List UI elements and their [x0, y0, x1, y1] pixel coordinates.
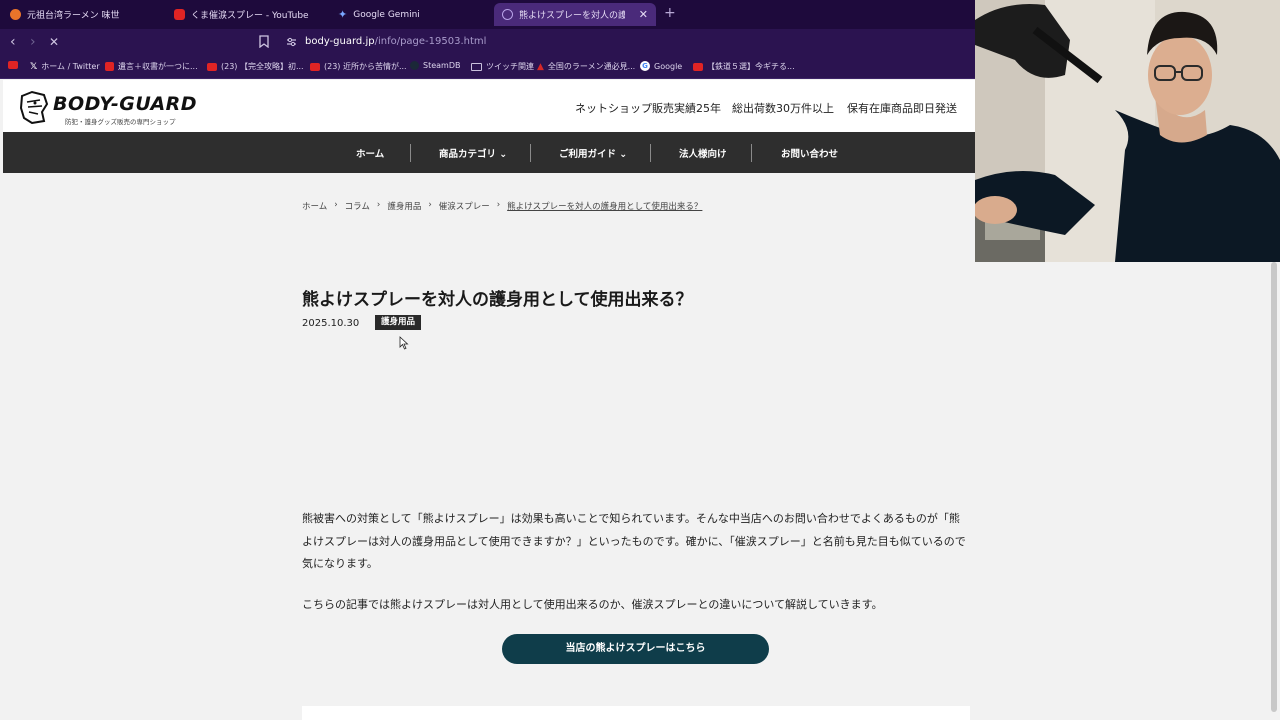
bookmark-star-icon[interactable]: [259, 35, 269, 48]
bookmark-steamdb[interactable]: SteamDB: [410, 61, 460, 70]
scrollbar-thumb[interactable]: [1271, 262, 1277, 712]
streamer-webcam-image: [975, 0, 1280, 262]
close-tab-icon[interactable]: ✕: [639, 8, 648, 21]
site-settings-icon[interactable]: [286, 37, 297, 47]
browser-toolbar: ‹ › ✕ body-guard.jp/info/page-19503.html: [0, 29, 975, 56]
url-path: /info/page-19503.html: [374, 36, 487, 47]
ramen-favicon-icon: [10, 9, 21, 20]
nav-divider: [530, 144, 531, 162]
tab-label: 元祖台湾ラーメン 味世: [27, 11, 120, 21]
bookmark-google[interactable]: G Google: [640, 61, 682, 71]
category-badge[interactable]: 護身用品: [375, 315, 422, 330]
article-paragraph: 熊被害への対策として「熊よけスプレー」は効果も高いことで知られています。そんな中…: [302, 512, 966, 570]
bookmark-item[interactable]: 【鉄道５選】今ギチる...: [693, 61, 795, 72]
back-icon[interactable]: ‹: [10, 35, 16, 49]
ramen-site-icon: ▲: [537, 61, 544, 72]
claim-same-day-shipping: 保有在庫商品即日発送: [847, 102, 957, 115]
article-paragraph: こちらの記事では熊よけスプレーは対人用として使用出来るのか、催涙スプレーとの違い…: [302, 598, 883, 611]
breadcrumb-column[interactable]: コラム: [345, 200, 370, 212]
breadcrumb-home[interactable]: ホーム: [302, 200, 327, 212]
steamdb-icon: [410, 61, 419, 70]
site-icon: [105, 62, 114, 71]
folder-icon: [471, 62, 482, 71]
tab-gemini[interactable]: ✦ Google Gemini: [330, 3, 495, 26]
site-navigation: ホーム 商品カテゴリ ⌄ ご利用ガイド ⌄ 法人様向け お問い合わせ: [3, 132, 975, 173]
youtube-favicon-icon: [174, 9, 185, 20]
nav-usage-guide[interactable]: ご利用ガイド ⌄: [559, 146, 627, 160]
breadcrumb-self-defense[interactable]: 護身用品: [387, 200, 421, 212]
tab-ramen[interactable]: 元祖台湾ラーメン 味世: [2, 3, 167, 26]
bookmark-twitter[interactable]: 𝕏 ホーム / Twitter: [30, 61, 100, 72]
forward-icon[interactable]: ›: [30, 35, 36, 49]
youtube-icon: [693, 62, 703, 71]
youtube-icon: [207, 62, 217, 71]
breadcrumb-separator: ›: [334, 200, 338, 210]
bookmark-label: ホーム / Twitter: [41, 62, 100, 71]
nav-divider: [751, 144, 752, 162]
bookmark-item[interactable]: 遺言＋収書が一つに...: [105, 61, 198, 72]
bookmark-youtube[interactable]: [8, 61, 18, 69]
url-host: body-guard.jp: [305, 36, 375, 47]
bookmark-label: Google: [654, 61, 683, 71]
bookmark-folder[interactable]: ツイッチ関連: [471, 61, 534, 72]
nav-home[interactable]: ホーム: [356, 146, 384, 160]
bookmarks-bar: 𝕏 ホーム / Twitter 遺言＋収書が一つに... (23) 【完全攻略】初…: [0, 56, 975, 79]
loading-spinner-icon: [502, 9, 513, 20]
logo-wordmark: BODY-GUARD: [53, 93, 198, 115]
content-box: [302, 706, 970, 720]
nav-divider: [650, 144, 651, 162]
bookmark-label: 【鉄道５選】今ギチる...: [707, 62, 795, 71]
claim-shipments: 総出荷数30万件以上: [732, 102, 834, 115]
bodyguard-mascot-icon: [19, 90, 49, 124]
stop-loading-icon[interactable]: ✕: [49, 35, 59, 49]
nav-contact[interactable]: お問い合わせ: [781, 146, 838, 160]
new-tab-button[interactable]: +: [664, 5, 676, 21]
bookmark-label: 遺言＋収書が一つに...: [118, 62, 198, 71]
claim-sales-record: ネットショップ販売実績25年: [575, 102, 721, 115]
tab-active-article[interactable]: 熊よけスプレーを対人の護身用として ✕: [494, 3, 656, 26]
logo-tagline: 防犯・護身グッズ販売の専門ショップ: [65, 118, 176, 126]
nav-corporate[interactable]: 法人様向け: [679, 146, 727, 160]
breadcrumb-separator: ›: [496, 200, 501, 210]
gemini-favicon-icon: ✦: [338, 8, 348, 21]
youtube-icon: [8, 61, 18, 69]
nav-divider: [410, 144, 411, 162]
page-scrollbar[interactable]: [1268, 262, 1280, 720]
bookmark-label: 全国のラーメン通必見...: [547, 62, 636, 71]
bookmark-label: (23) 【完全攻略】初...: [221, 62, 304, 71]
mouse-cursor-icon: [399, 336, 409, 350]
bookmark-item[interactable]: ▲ 全国のラーメン通必見...: [537, 61, 635, 72]
tab-label: Google Gemini: [353, 9, 420, 20]
nav-product-categories[interactable]: 商品カテゴリ ⌄: [439, 146, 507, 160]
breadcrumb-current[interactable]: 熊よけスプレーを対人の護身用として使用出来る？: [507, 200, 702, 212]
bookmark-label: SteamDB: [423, 61, 461, 70]
breadcrumb-tear-spray[interactable]: 催涙スプレー: [439, 200, 490, 212]
tab-label: 熊よけスプレーを対人の護身用として: [519, 11, 625, 21]
tab-youtube[interactable]: くま催涙スプレー - YouTube: [166, 3, 331, 26]
tab-label: くま催涙スプレー - YouTube: [191, 11, 309, 21]
site-logo[interactable]: BODY-GUARD 防犯・護身グッズ販売の専門ショップ: [18, 90, 208, 126]
youtube-icon: [310, 62, 320, 71]
breadcrumb-separator: ›: [428, 200, 432, 210]
bookmark-label: ツイッチ関連: [486, 62, 534, 71]
bookmark-label: (23) 近所から苦情が...: [324, 62, 407, 71]
article-title: 熊よけスプレーを対人の護身用として使用出来る？: [302, 290, 693, 310]
breadcrumb-separator: ›: [376, 200, 381, 210]
site-header: BODY-GUARD 防犯・護身グッズ販売の専門ショップ ネットショップ販売実績…: [3, 80, 975, 132]
address-bar[interactable]: body-guard.jp/info/page-19503.html: [305, 36, 486, 47]
webcam-overlay: [975, 0, 1280, 262]
browser-tab-bar: 元祖台湾ラーメン 味世 くま催涙スプレー - YouTube ✦ Google …: [0, 0, 975, 29]
breadcrumb: ホーム › コラム › 護身用品 › 催涙スプレー › 熊よけスプレーを対人の護…: [302, 200, 702, 212]
bookmark-item[interactable]: (23) 近所から苦情が...: [310, 61, 407, 72]
x-logo-icon: 𝕏: [30, 61, 38, 72]
article-date: 2025.10.30: [302, 318, 360, 329]
bookmark-item[interactable]: (23) 【完全攻略】初...: [207, 61, 304, 72]
google-icon: G: [640, 61, 650, 71]
bear-spray-shop-button[interactable]: 当店の熊よけスプレーはこちら: [502, 634, 769, 664]
